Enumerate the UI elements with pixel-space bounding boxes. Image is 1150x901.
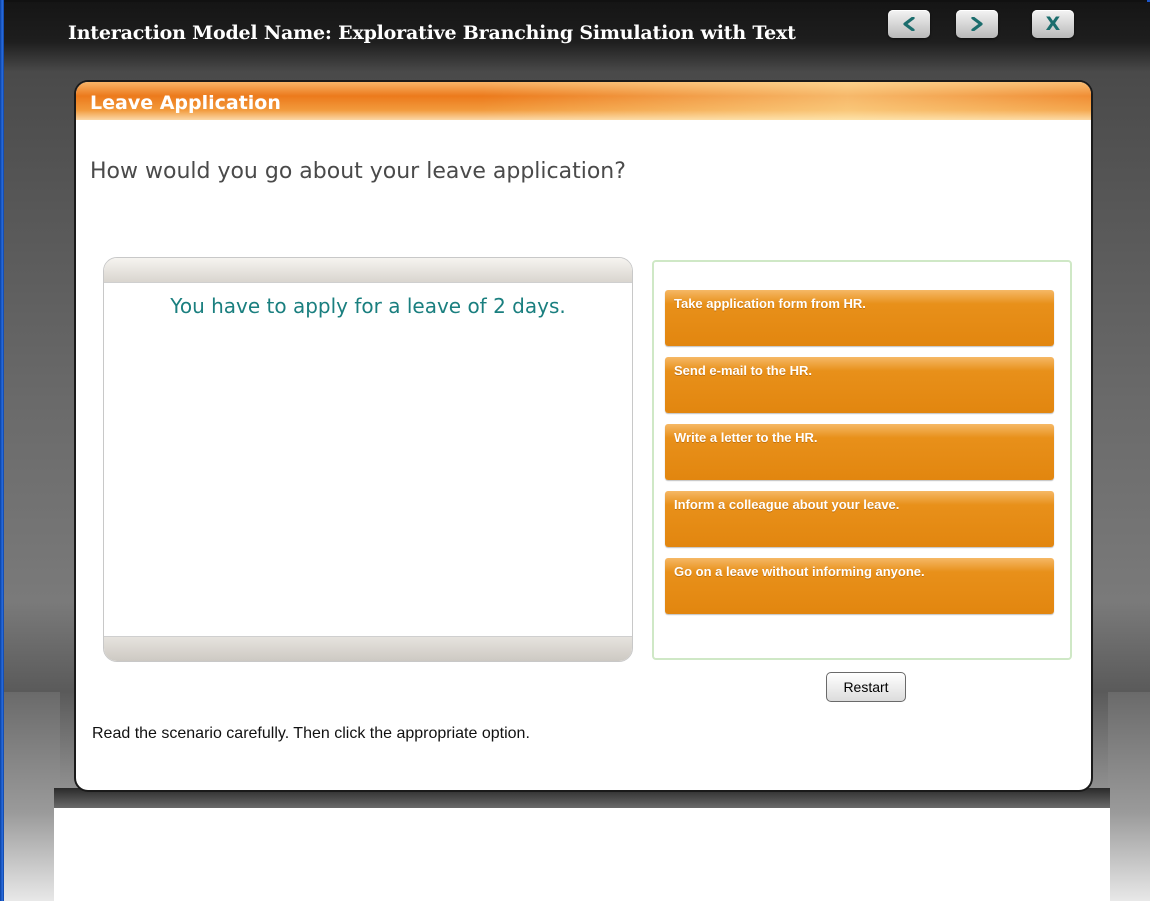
scenario-box-footer: [104, 636, 632, 661]
option-button[interactable]: Inform a colleague about your leave.: [665, 491, 1054, 547]
floor-left: [4, 692, 60, 901]
option-label: Send e-mail to the HR.: [674, 363, 812, 378]
options-box: Take application form from HR. Send e-ma…: [652, 260, 1072, 660]
option-button[interactable]: Go on a leave without informing anyone.: [665, 558, 1054, 614]
panel-header: Leave Application: [76, 82, 1091, 120]
close-icon: X: [1045, 13, 1061, 35]
previous-button[interactable]: [888, 10, 930, 38]
option-label: Write a letter to the HR.: [674, 430, 818, 445]
floor-white-area: [54, 808, 1110, 901]
question-text: How would you go about your leave applic…: [90, 159, 626, 184]
option-label: Take application form from HR.: [674, 296, 866, 311]
chevron-left-icon: [901, 17, 917, 31]
option-button[interactable]: Write a letter to the HR.: [665, 424, 1054, 480]
close-button[interactable]: X: [1032, 10, 1074, 38]
chevron-right-icon: [969, 17, 985, 31]
stage-background: Interaction Model Name: Explorative Bran…: [4, 2, 1150, 901]
floor-right: [1108, 692, 1150, 901]
scenario-box-header: [104, 258, 632, 283]
content-panel: Leave Application How would you go about…: [76, 82, 1091, 790]
floor-step: [54, 788, 1110, 808]
interaction-model-title: Interaction Model Name: Explorative Bran…: [68, 22, 796, 44]
instruction-text: Read the scenario carefully. Then click …: [92, 725, 530, 742]
scenario-box: You have to apply for a leave of 2 days.: [103, 257, 633, 662]
next-button[interactable]: [956, 10, 998, 38]
restart-button[interactable]: Restart: [826, 672, 906, 702]
option-label: Inform a colleague about your leave.: [674, 497, 900, 512]
option-button[interactable]: Take application form from HR.: [665, 290, 1054, 346]
scenario-text: You have to apply for a leave of 2 days.: [170, 294, 566, 318]
option-label: Go on a leave without informing anyone.: [674, 564, 925, 579]
panel-title: Leave Application: [90, 92, 281, 114]
option-button[interactable]: Send e-mail to the HR.: [665, 357, 1054, 413]
